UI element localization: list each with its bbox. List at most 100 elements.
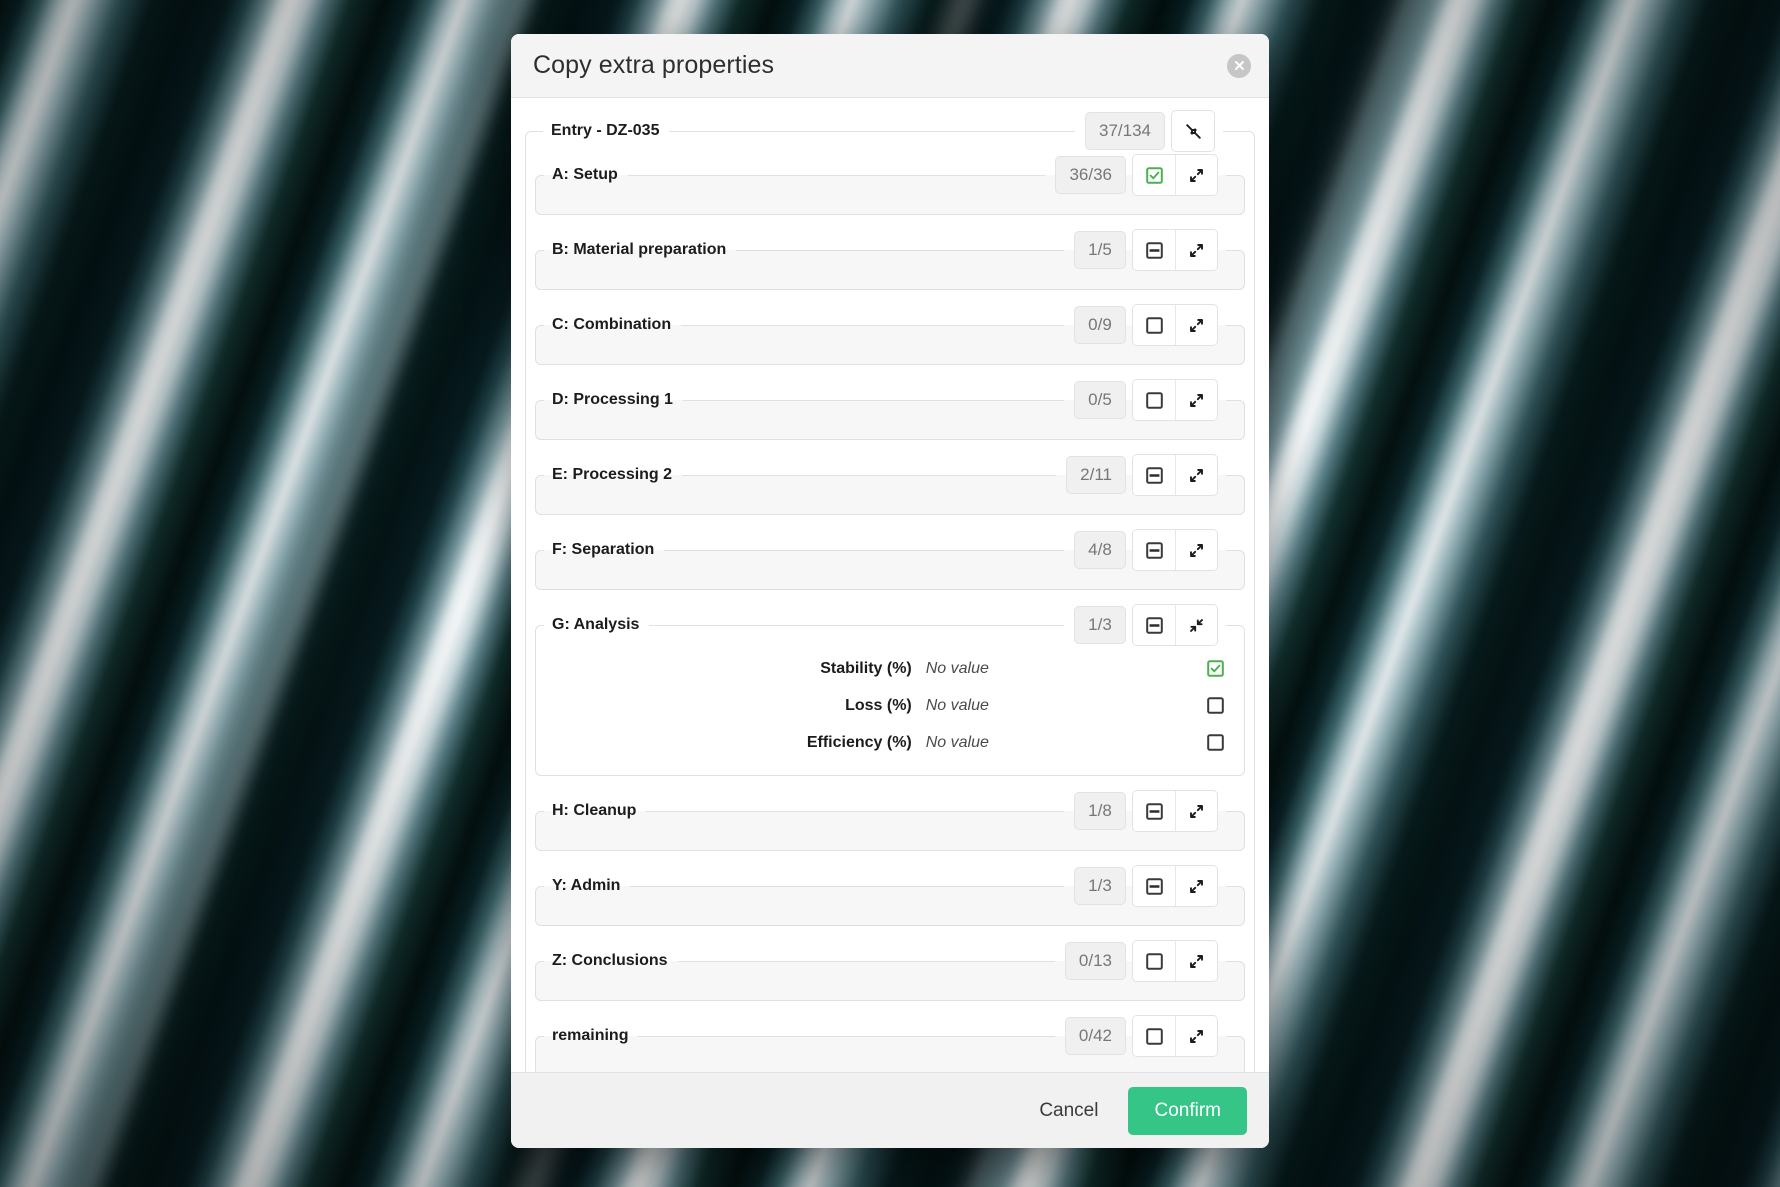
section-legend: E: Processing 2 2/11 <box>544 454 1226 496</box>
sections-list: A: Setup 36/36 B: Material preparation 1… <box>535 154 1245 1072</box>
section-legend: B: Material preparation 1/5 <box>544 229 1226 271</box>
section-checkbox-unchecked[interactable] <box>1133 941 1175 981</box>
section-checkbox-unchecked[interactable] <box>1133 1016 1175 1056</box>
property-checkbox-checked[interactable] <box>1198 659 1232 678</box>
section-legend: Z: Conclusions 0/13 <box>544 940 1226 982</box>
dialog-header: Copy extra properties <box>511 34 1269 98</box>
section-checkbox-unchecked[interactable] <box>1133 305 1175 345</box>
section-button-group <box>1132 940 1218 982</box>
expand-icon[interactable] <box>1175 155 1217 195</box>
section-legend: A: Setup 36/36 <box>544 154 1226 196</box>
section-label: Y: Admin <box>552 877 621 894</box>
legend-rule <box>677 960 1055 962</box>
section-label: F: Separation <box>552 541 655 558</box>
section-body <box>536 982 1244 1000</box>
section-body <box>536 196 1244 214</box>
expand-icon[interactable] <box>1175 530 1217 570</box>
section-label: D: Processing 1 <box>552 391 673 408</box>
section-checkbox-indeterminate[interactable] <box>1133 455 1175 495</box>
section-checkbox-indeterminate[interactable] <box>1133 530 1175 570</box>
property-label: Loss (%) <box>845 696 912 714</box>
property-label: Stability (%) <box>820 659 912 677</box>
section-legend: Y: Admin 1/3 <box>544 865 1226 907</box>
section-count-badge: 2/11 <box>1066 456 1126 494</box>
property-value: No value <box>925 659 989 677</box>
section-label: E: Processing 2 <box>552 466 673 483</box>
expand-icon[interactable] <box>1175 941 1217 981</box>
section-body <box>536 571 1244 589</box>
section-legend: remaining 0/42 <box>544 1015 1226 1057</box>
section-count-badge: 1/3 <box>1074 606 1126 644</box>
section-checkbox-indeterminate[interactable] <box>1133 866 1175 906</box>
collapse-icon[interactable] <box>1175 605 1217 645</box>
expand-icon[interactable] <box>1175 455 1217 495</box>
confirm-button[interactable]: Confirm <box>1128 1086 1247 1135</box>
property-checkbox-unchecked[interactable] <box>1198 733 1232 752</box>
legend-rule <box>682 399 1064 401</box>
dialog-title: Copy extra properties <box>533 51 775 79</box>
section-count-badge: 0/5 <box>1074 381 1126 419</box>
section-checkbox-unchecked[interactable] <box>1133 380 1175 420</box>
section-checkbox-checked[interactable] <box>1133 155 1175 195</box>
entry-count-badge: 37/134 <box>1085 112 1165 150</box>
expand-icon[interactable] <box>1175 380 1217 420</box>
expand-icon[interactable] <box>1175 791 1217 831</box>
section-checkbox-indeterminate[interactable] <box>1133 605 1175 645</box>
legend-rule <box>681 324 1064 326</box>
legend-rule <box>682 474 1057 476</box>
close-icon[interactable] <box>1227 53 1251 78</box>
section-group-c: C: Combination 0/9 <box>535 304 1245 365</box>
section-group-f: F: Separation 4/8 <box>535 529 1245 590</box>
section-button-group <box>1132 865 1218 907</box>
section-count-badge: 0/42 <box>1064 1017 1126 1055</box>
expand-icon[interactable] <box>1175 230 1217 270</box>
legend-rule <box>630 885 1064 887</box>
section-button-group <box>1132 529 1218 571</box>
section-count-badge: 36/36 <box>1055 156 1126 194</box>
property-checkbox-unchecked[interactable] <box>1198 696 1232 715</box>
section-label: remaining <box>552 1027 629 1044</box>
property-value: No value <box>925 733 989 751</box>
section-body: Stability (%) No value Loss (%) No value… <box>536 646 1244 775</box>
section-body <box>536 346 1244 364</box>
expand-icon[interactable] <box>1175 866 1217 906</box>
legend-rule <box>649 624 1064 626</box>
section-count-badge: 0/13 <box>1064 942 1126 980</box>
legend-rule <box>669 130 1075 132</box>
expand-icon[interactable] <box>1175 305 1217 345</box>
dialog-footer: Cancel Confirm <box>511 1072 1269 1148</box>
section-checkbox-indeterminate[interactable] <box>1133 791 1175 831</box>
section-label: Z: Conclusions <box>552 952 668 969</box>
section-button-group <box>1132 379 1218 421</box>
section-count-badge: 1/3 <box>1074 867 1126 905</box>
copy-extra-properties-dialog: Copy extra properties Entry - DZ-035 37/… <box>511 34 1269 1148</box>
section-group-y: Y: Admin 1/3 <box>535 865 1245 926</box>
section-button-group <box>1132 454 1218 496</box>
section-group-remaining: remaining 0/42 <box>535 1015 1245 1072</box>
section-body <box>536 496 1244 514</box>
section-label: A: Setup <box>552 166 618 183</box>
section-body <box>536 1057 1244 1072</box>
collapse-icon[interactable] <box>1172 111 1214 151</box>
legend-rule <box>664 549 1064 551</box>
entry-group-legend: Entry - DZ-035 37/134 <box>543 110 1223 152</box>
section-group-z: Z: Conclusions 0/13 <box>535 940 1245 1001</box>
section-count-badge: 1/5 <box>1074 231 1126 269</box>
legend-rule <box>736 249 1064 251</box>
section-button-group <box>1132 304 1218 346</box>
section-count-badge: 1/8 <box>1074 792 1126 830</box>
section-label: G: Analysis <box>552 616 640 633</box>
property-row: Efficiency (%) No value <box>536 724 1244 761</box>
section-checkbox-indeterminate[interactable] <box>1133 230 1175 270</box>
section-legend: F: Separation 4/8 <box>544 529 1226 571</box>
section-button-group <box>1132 154 1218 196</box>
section-legend: C: Combination 0/9 <box>544 304 1226 346</box>
section-group-e: E: Processing 2 2/11 <box>535 454 1245 515</box>
section-legend: D: Processing 1 0/5 <box>544 379 1226 421</box>
legend-rule <box>627 174 1046 176</box>
section-button-group <box>1132 1015 1218 1057</box>
section-body <box>536 832 1244 850</box>
section-button-group <box>1132 604 1218 646</box>
expand-icon[interactable] <box>1175 1016 1217 1056</box>
cancel-button[interactable]: Cancel <box>1023 1089 1114 1133</box>
